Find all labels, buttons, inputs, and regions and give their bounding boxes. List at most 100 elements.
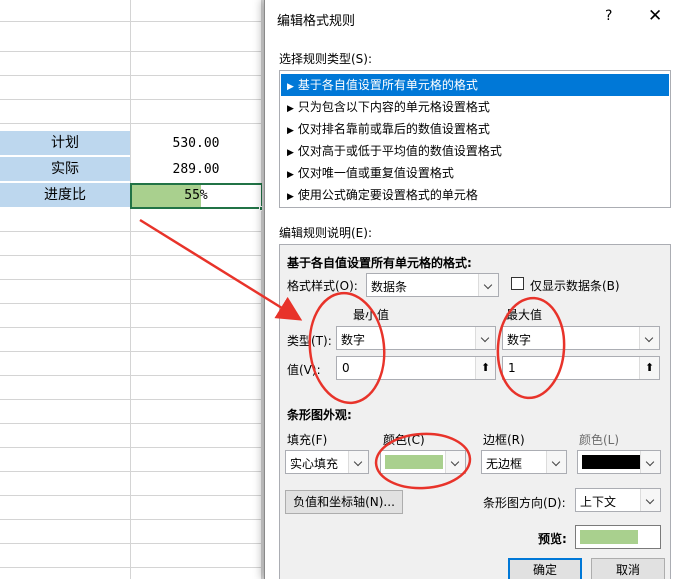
cell-label-plan[interactable]: 计划 (0, 131, 130, 155)
gridline (0, 255, 262, 256)
chevron-down-icon (640, 489, 660, 511)
min-type-value: 数字 (341, 333, 366, 347)
gridline (0, 231, 262, 232)
rule-type-text: 基于各自值设置所有单元格的格式 (297, 78, 478, 92)
gridline (0, 543, 262, 544)
range-picker-icon[interactable]: ⬆ (475, 357, 495, 379)
rule-type-list[interactable]: ▶ 基于各自值设置所有单元格的格式 ▶ 只为包含以下内容的单元格设置格式 ▶ 仅对排名… (279, 70, 671, 208)
arrow-right-icon: ▶ (287, 126, 294, 136)
format-style-label: 格式样式(O): (287, 279, 358, 293)
gridline (0, 351, 262, 352)
gridline (0, 471, 262, 472)
border-color-swatch (582, 455, 640, 469)
gridline (0, 423, 262, 424)
border-color-dropdown[interactable] (577, 450, 661, 474)
rule-type-item[interactable]: ▶ 仅对排名靠前或靠后的数值设置格式 (281, 118, 669, 140)
select-rule-type-label: 选择规则类型(S): (279, 52, 373, 66)
min-value-input[interactable]: 0 ⬆ (336, 356, 496, 380)
fill-color-swatch (385, 455, 443, 469)
rule-type-item[interactable]: ▶ 仅对唯一值或重复值设置格式 (281, 162, 669, 184)
gridline (0, 51, 262, 52)
cell-label-progress[interactable]: 进度比 (0, 183, 130, 207)
gridline (0, 303, 262, 304)
border-value: 无边框 (486, 457, 523, 471)
chevron-down-icon (348, 451, 368, 473)
rule-type-item[interactable]: ▶ 使用公式确定要设置格式的单元格 (281, 184, 669, 206)
rule-type-text: 仅对排名靠前或靠后的数值设置格式 (297, 122, 490, 136)
range-picker-icon[interactable]: ⬆ (639, 357, 659, 379)
chevron-down-icon (475, 327, 495, 349)
cell-label-actual[interactable]: 实际 (0, 157, 130, 181)
fill-value: 实心填充 (290, 457, 339, 471)
chevron-down-icon (640, 451, 660, 473)
edit-format-rule-dialog: 编辑格式规则 ? ✕ 选择规则类型(S): ▶ 基于各自值设置所有单元格的格式 ▶… (264, 0, 678, 579)
gridline (0, 495, 262, 496)
rule-type-text: 使用公式确定要设置格式的单元格 (297, 188, 478, 202)
cancel-button[interactable]: 取消 (591, 558, 665, 579)
description-heading: 基于各自值设置所有单元格的格式: (287, 256, 472, 270)
chevron-down-icon (445, 451, 465, 473)
fill-dropdown[interactable]: 实心填充 (285, 450, 369, 474)
min-value-text: 0 (342, 361, 350, 375)
gridline (0, 123, 262, 124)
gridline (0, 327, 262, 328)
chevron-down-icon (478, 274, 498, 296)
format-style-value: 数据条 (371, 280, 408, 294)
min-type-dropdown[interactable]: 数字 (336, 326, 496, 350)
gridline (130, 0, 131, 579)
preview-box (575, 525, 661, 549)
bar-direction-value: 上下文 (580, 495, 617, 509)
type-label: 类型(T): (287, 334, 332, 348)
fill-color-dropdown[interactable] (380, 450, 466, 474)
gridline (0, 399, 262, 400)
gridline (0, 567, 262, 568)
border-color-label: 颜色(L) (579, 433, 620, 447)
fill-label: 填充(F) (287, 433, 328, 447)
max-type-dropdown[interactable]: 数字 (502, 326, 660, 350)
arrow-right-icon: ▶ (287, 192, 294, 202)
chevron-down-icon (546, 451, 566, 473)
min-header: 最小值 (353, 308, 390, 322)
gridline (0, 21, 262, 22)
color-label: 颜色(C) (383, 433, 425, 447)
rule-type-item[interactable]: ▶ 基于各自值设置所有单元格的格式 (281, 74, 669, 96)
gridline (0, 375, 262, 376)
gridline (0, 519, 262, 520)
max-value-text: 1 (508, 361, 516, 375)
spreadsheet[interactable]: 计划 实际 进度比 530.00 289.00 55% (0, 0, 262, 579)
bar-appearance-label: 条形图外观: (287, 408, 352, 422)
value-label: 值(V): (287, 363, 321, 377)
format-style-dropdown[interactable]: 数据条 (366, 273, 499, 297)
close-icon[interactable]: ✕ (648, 6, 662, 26)
rule-type-text: 只为包含以下内容的单元格设置格式 (297, 100, 490, 114)
dialog-title: 编辑格式规则 (277, 14, 356, 29)
bar-direction-label: 条形图方向(D): (483, 496, 566, 510)
gridline (0, 99, 262, 100)
preview-label: 预览: (538, 532, 567, 546)
rule-type-item[interactable]: ▶ 只为包含以下内容的单元格设置格式 (281, 96, 669, 118)
arrow-right-icon: ▶ (287, 170, 294, 180)
rule-type-item[interactable]: ▶ 仅对高于或低于平均值的数值设置格式 (281, 140, 669, 162)
max-header: 最大值 (506, 308, 543, 322)
arrow-right-icon: ▶ (287, 104, 294, 114)
gridline (0, 279, 262, 280)
show-bar-only-checkbox[interactable] (511, 277, 524, 290)
max-type-value: 数字 (507, 333, 532, 347)
bar-direction-dropdown[interactable]: 上下文 (575, 488, 661, 512)
max-value-input[interactable]: 1 ⬆ (502, 356, 660, 380)
cell-value-actual[interactable]: 289.00 (131, 158, 261, 182)
border-dropdown[interactable]: 无边框 (481, 450, 567, 474)
show-bar-only-label: 仅显示数据条(B) (530, 279, 620, 293)
edit-rule-description-label: 编辑规则说明(E): (279, 226, 372, 240)
ok-button[interactable]: 确定 (508, 558, 582, 579)
help-button[interactable]: ? (605, 8, 612, 24)
preview-bar (580, 530, 638, 544)
arrow-right-icon: ▶ (287, 82, 294, 92)
rule-type-text: 仅对高于或低于平均值的数值设置格式 (297, 144, 502, 158)
gridline (0, 75, 262, 76)
arrow-right-icon: ▶ (287, 148, 294, 158)
chevron-down-icon (639, 327, 659, 349)
cell-value-plan[interactable]: 530.00 (131, 132, 261, 156)
negative-value-axis-button[interactable]: 负值和坐标轴(N)... (285, 490, 403, 514)
gridline (0, 447, 262, 448)
